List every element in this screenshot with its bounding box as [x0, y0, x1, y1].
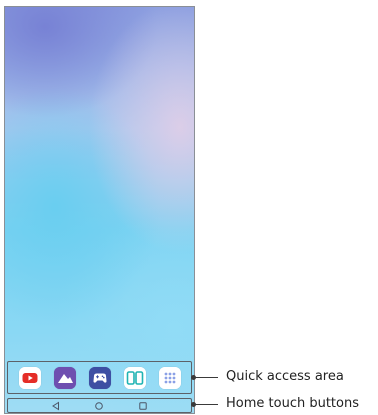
back-button[interactable] [50, 400, 62, 412]
home-icon [95, 401, 104, 410]
dual-window-app[interactable] [123, 366, 146, 389]
back-icon [51, 401, 59, 410]
youtube-app[interactable] [18, 366, 41, 389]
home-buttons-label: Home touch buttons [226, 396, 359, 411]
gallery-app[interactable] [53, 366, 76, 389]
app-drawer-icon [158, 366, 181, 389]
game-app[interactable] [88, 366, 111, 389]
recents-icon [139, 401, 147, 410]
phone-home-screen [4, 6, 195, 414]
recents-button[interactable] [137, 400, 149, 412]
home-buttons-callout-line [194, 404, 218, 405]
game-controller-icon [88, 366, 111, 389]
youtube-icon [18, 366, 41, 389]
dual-window-icon [123, 366, 146, 389]
home-touch-buttons [7, 398, 192, 413]
quick-access-area [7, 361, 192, 394]
gallery-icon [53, 366, 76, 389]
home-button[interactable] [93, 400, 105, 412]
app-drawer[interactable] [158, 366, 181, 389]
illustration: Quick access area Home touch buttons [0, 0, 378, 415]
quick-access-label: Quick access area [226, 369, 344, 384]
quick-access-callout-line [194, 377, 218, 378]
